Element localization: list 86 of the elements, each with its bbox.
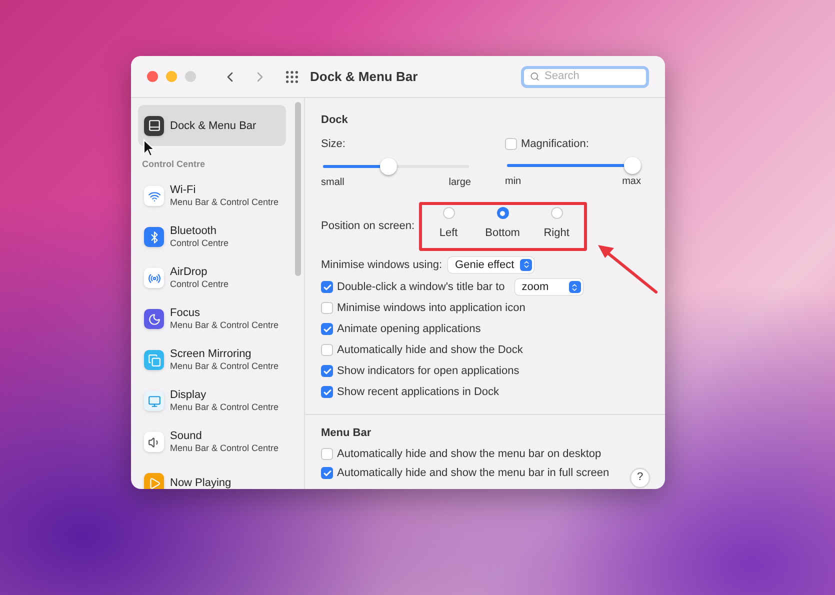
search-field[interactable]: Search — [521, 66, 649, 88]
item-label: AirDrop — [170, 266, 208, 278]
sidebar-item[interactable]: Now Playing — [138, 462, 286, 489]
scrollbar[interactable] — [295, 102, 301, 276]
item-subtitle: Menu Bar & Control Centre — [170, 360, 279, 372]
mouse-pointer-icon — [143, 139, 155, 157]
sound-icon — [144, 432, 164, 452]
bluetooth-icon — [144, 227, 164, 247]
radio-option[interactable]: Left — [430, 207, 468, 242]
item-subtitle: Menu Bar & Control Centre — [170, 442, 279, 454]
item-label: Focus — [170, 307, 201, 319]
checkbox-label: Show indicators for open applications — [337, 364, 520, 379]
slider-thumb[interactable] — [380, 158, 397, 175]
item-label: Sound — [170, 430, 203, 442]
slider-min-label: min — [505, 175, 522, 189]
checkbox-label: Minimise windows into application icon — [337, 300, 526, 316]
item-subtitle: Menu Bar & Control Centre — [170, 196, 279, 208]
sidebar-item[interactable]: Display Menu Bar & Control Centre — [138, 380, 286, 422]
zoom-icon[interactable] — [185, 71, 196, 82]
sidebar-item[interactable]: Screen Mirroring Menu Bar & Control Centre — [138, 340, 286, 380]
popup-button[interactable]: Genie effect — [448, 256, 534, 273]
checkbox[interactable] — [321, 467, 333, 479]
slider-max-label: max — [622, 175, 641, 189]
checkbox-label: Show recent applications in Dock — [337, 384, 500, 400]
checkbox[interactable] — [321, 448, 333, 460]
stepper-icon — [520, 258, 532, 271]
sidebar-item[interactable]: Wi-Fi Menu Bar & Control Centre — [138, 176, 286, 216]
radio-button[interactable] — [496, 207, 509, 219]
close-icon[interactable] — [147, 71, 158, 82]
mirroring-icon — [144, 350, 164, 370]
help-button[interactable]: ? — [631, 468, 649, 486]
sidebar-item[interactable]: Focus Menu Bar & Control Centre — [138, 298, 286, 340]
checkbox[interactable] — [321, 281, 333, 293]
sidebar-item[interactable]: AirDrop Control Centre — [138, 258, 286, 298]
wifi-icon — [144, 186, 164, 206]
grid-icon[interactable] — [284, 68, 300, 84]
checkbox[interactable] — [321, 386, 333, 398]
size-label: Size: — [321, 136, 346, 152]
slider-max-label: large — [448, 176, 471, 190]
nowplaying-icon — [144, 473, 164, 489]
section-heading: Control Centre — [142, 158, 206, 171]
sidebar-item[interactable]: Bluetooth Control Centre — [138, 216, 286, 258]
checkbox-label: Automatically hide and show the menu bar on desktop — [337, 446, 602, 462]
focus-icon — [144, 309, 164, 329]
item-label: Dock & Menu Bar — [170, 120, 256, 132]
item-label: Screen Mirroring — [170, 348, 252, 360]
minimize-icon[interactable] — [166, 71, 177, 82]
checkbox-label: Automatically hide and show the Dock — [337, 342, 523, 358]
popup-button[interactable]: zoom — [514, 279, 583, 295]
item-subtitle: Control Centre — [170, 237, 229, 249]
checkbox-label: Double-click a window's title bar to — [337, 280, 505, 295]
search-icon — [530, 71, 540, 82]
checkbox[interactable] — [321, 344, 333, 356]
item-label: Wi-Fi — [170, 184, 197, 196]
radio-button[interactable] — [550, 207, 563, 219]
slider-thumb[interactable] — [624, 157, 641, 174]
airdrop-icon — [144, 268, 164, 288]
display-icon — [144, 391, 164, 411]
checkbox[interactable] — [321, 302, 333, 314]
slider-min-label: small — [321, 176, 344, 190]
checkbox-label: Automatically hide and show the menu bar in full screen — [337, 466, 610, 481]
checkbox[interactable] — [321, 323, 333, 335]
radio-option[interactable]: Bottom — [484, 207, 522, 242]
item-subtitle: Menu Bar & Control Centre — [170, 319, 279, 331]
item-label: Bluetooth — [170, 225, 218, 237]
checkbox[interactable] — [321, 365, 333, 377]
checkbox-label: Animate opening applications — [337, 322, 481, 337]
dock-icon — [144, 116, 164, 136]
sidebar-item[interactable]: Dock & Menu Bar — [138, 105, 286, 146]
search-input[interactable]: Search — [544, 68, 640, 85]
radio-option[interactable]: Right — [538, 207, 576, 242]
radio-button[interactable] — [442, 207, 455, 219]
annotation-arrow — [598, 245, 658, 294]
stepper-icon — [568, 281, 581, 293]
position-label: Position on screen: — [321, 219, 415, 234]
section-heading: Dock — [321, 113, 349, 128]
window-title: Dock & Menu Bar — [310, 68, 418, 86]
item-subtitle: Control Centre — [170, 278, 229, 290]
item-subtitle: Menu Bar & Control Centre — [170, 401, 279, 413]
item-label: Now Playing — [170, 477, 232, 489]
checkbox[interactable] — [505, 138, 517, 150]
sidebar-item[interactable]: Sound Menu Bar & Control Centre — [138, 422, 286, 462]
minimise-label: Minimise windows using: — [321, 258, 442, 272]
section-heading: Menu Bar — [321, 426, 372, 441]
item-label: Display — [170, 389, 208, 401]
magnification-label: Magnification: — [521, 136, 589, 152]
